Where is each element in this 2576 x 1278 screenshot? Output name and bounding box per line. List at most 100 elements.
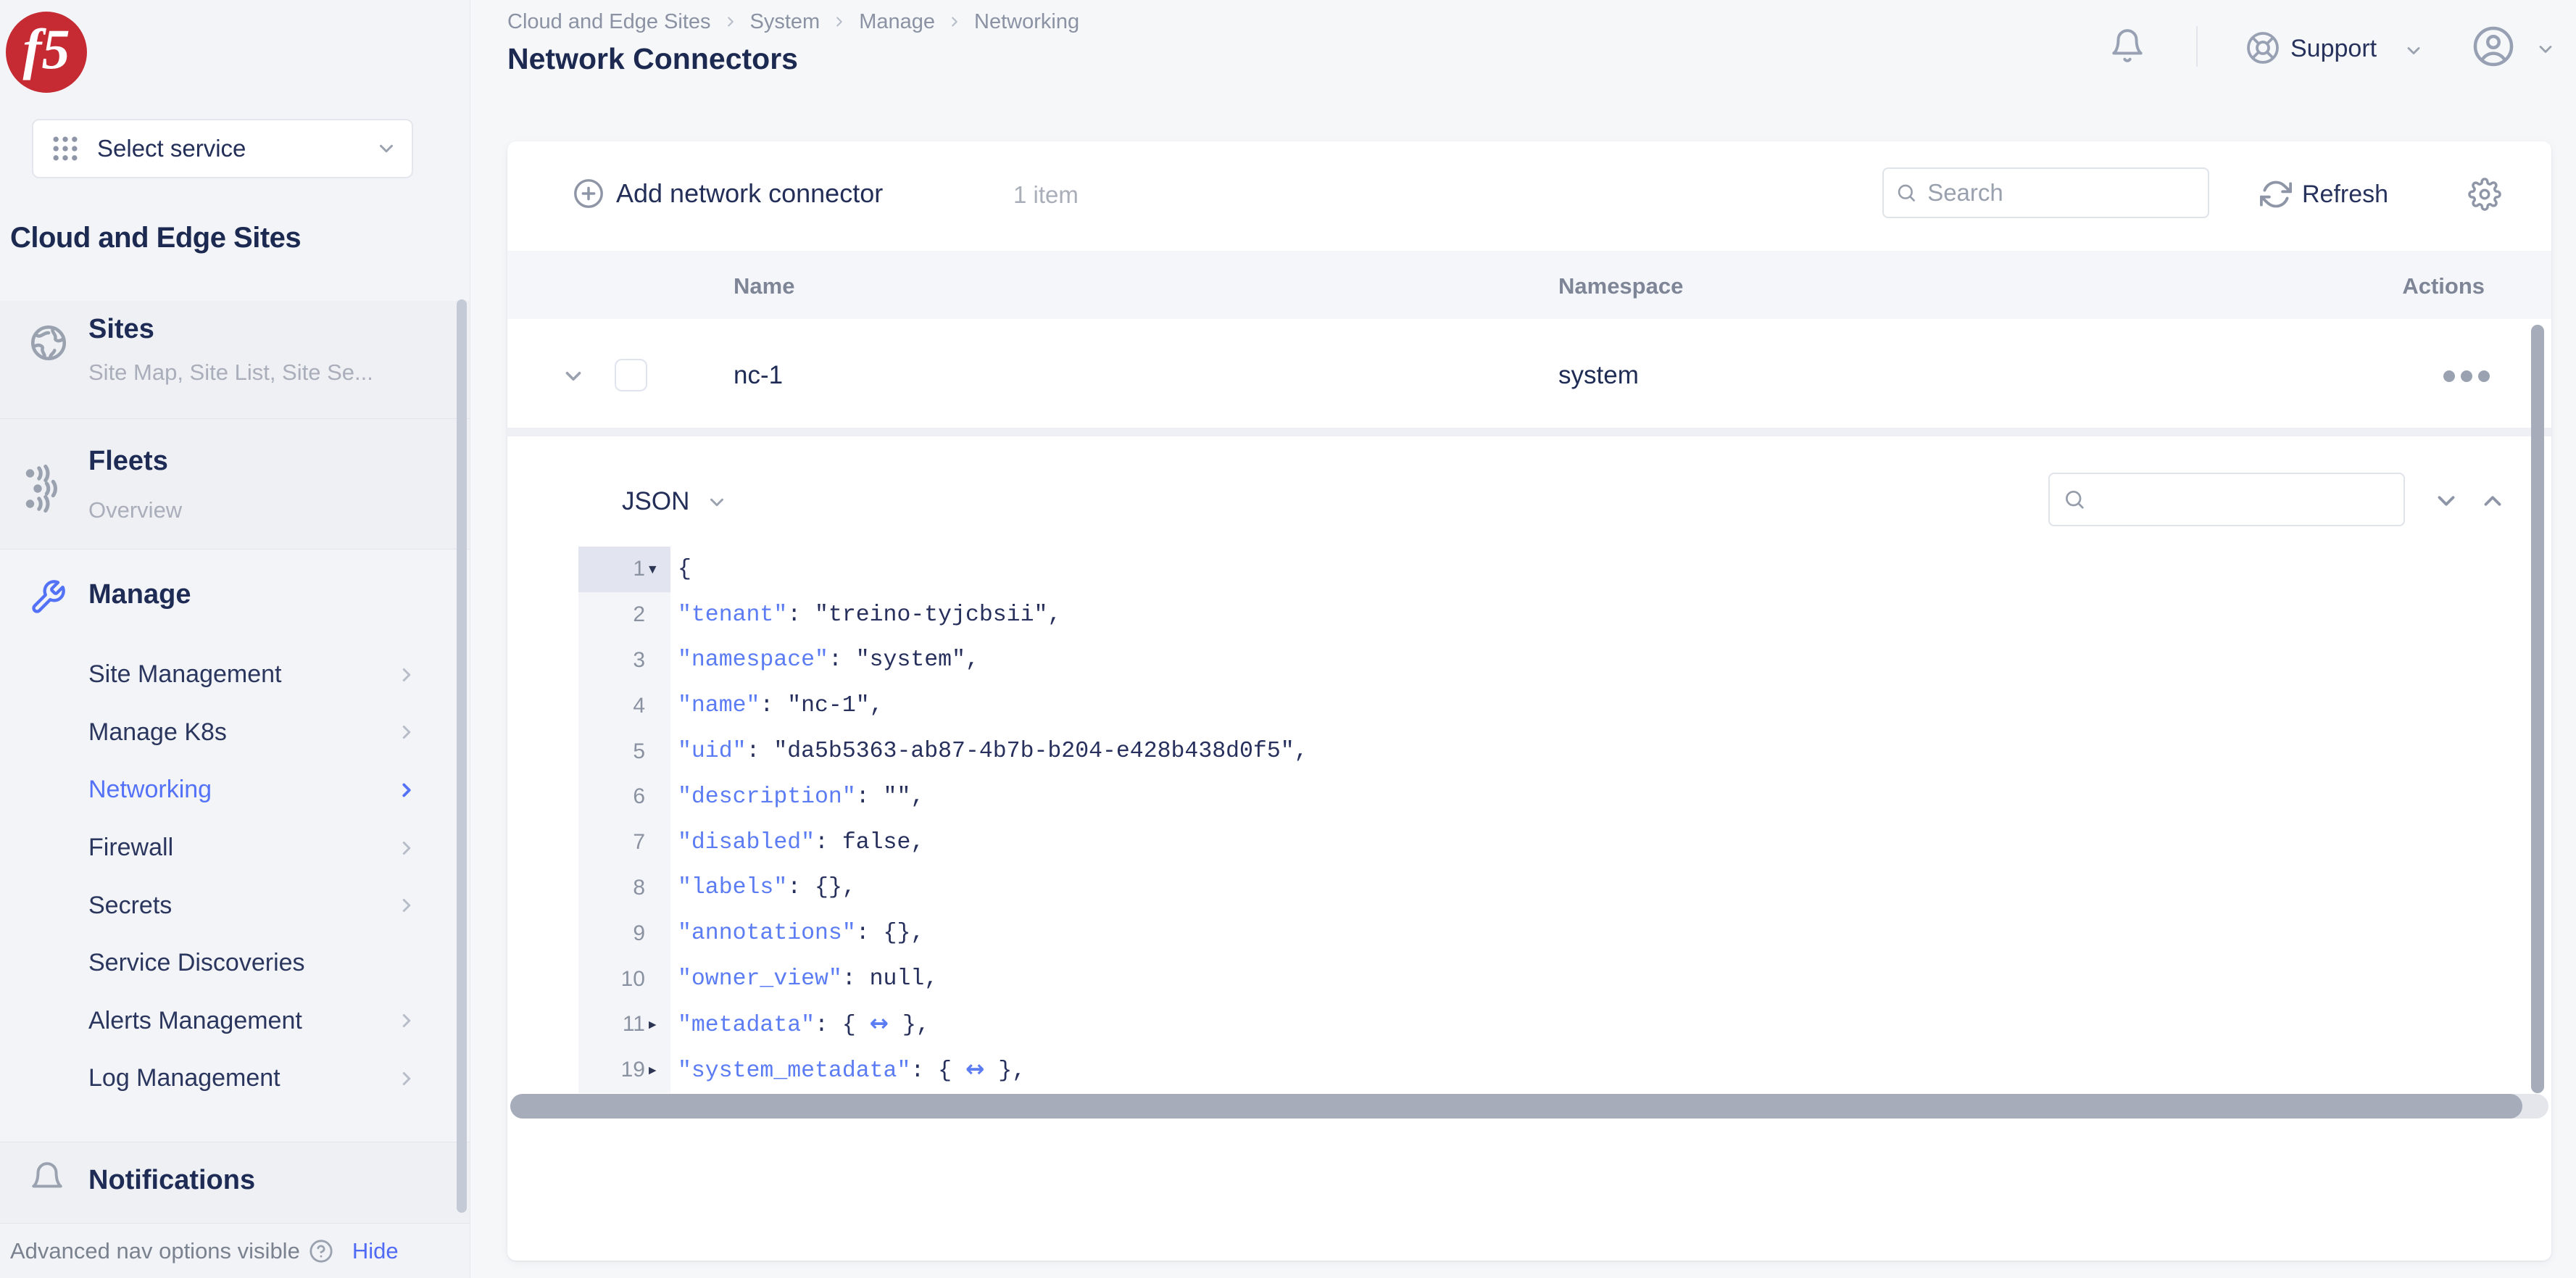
plus-circle-icon[interactable] (572, 177, 605, 210)
support-label[interactable]: Support (2290, 35, 2377, 63)
sidebar-item-label: Service Discoveries (88, 949, 305, 977)
user-avatar-icon[interactable] (2472, 25, 2515, 68)
horizontal-scrollbar-thumb[interactable] (510, 1094, 2522, 1119)
code-text: "owner_view": null, (670, 966, 938, 992)
add-network-connector-button[interactable]: Add network connector (616, 178, 883, 209)
sidebar-item-site-management[interactable]: Site Management (0, 646, 470, 704)
json-format-dropdown[interactable]: JSON (622, 487, 689, 516)
json-search-input[interactable] (2095, 485, 2396, 514)
row-checkbox[interactable] (615, 359, 647, 391)
gutter-cell: 10 (578, 956, 670, 1002)
table-row[interactable] (507, 319, 2551, 428)
json-search-box (2048, 473, 2405, 526)
chevron-down-icon[interactable] (2535, 39, 2556, 59)
line-number: 2 (578, 602, 645, 627)
json-text: : { (815, 1013, 870, 1038)
breadcrumb-item-cloud-and-edge-sites[interactable]: Cloud and Edge Sites (507, 10, 711, 34)
divider (2196, 26, 2198, 67)
fold-closed-marker[interactable]: ▸ (649, 1017, 657, 1032)
column-header-actions: Actions (2340, 273, 2485, 299)
code-text: "name": "nc-1", (670, 693, 884, 718)
chevron-down-icon[interactable] (706, 491, 728, 513)
breadcrumb: Cloud and Edge Sites System Manage Networki… (507, 6, 1079, 38)
gutter-cell: 6 (578, 774, 670, 820)
json-key: "annotations" (678, 921, 856, 946)
grid-apps-icon (49, 133, 81, 165)
chevron-right-icon (396, 1068, 417, 1090)
sidebar-item-firewall[interactable]: Firewall (0, 819, 470, 877)
line-number: 19 (578, 1058, 645, 1082)
json-text: : "nc-1", (760, 693, 883, 718)
breadcrumb-item-manage[interactable]: Manage (859, 10, 935, 34)
chevron-right-icon (396, 779, 417, 801)
help-circle-icon[interactable] (309, 1239, 333, 1264)
line-number: 10 (578, 967, 645, 992)
code-line-4: 4"name": "nc-1", (578, 683, 1308, 729)
code-line-2: 2 "tenant": "treino-tyjcbsii", (578, 592, 1308, 638)
chevron-right-icon (396, 1010, 417, 1032)
search-icon (2063, 486, 2086, 513)
fleet-icon (20, 462, 72, 515)
column-header-namespace: Namespace (1558, 273, 1683, 299)
vertical-scrollbar-thumb[interactable] (2531, 325, 2544, 1093)
collapsed-content-arrow[interactable]: ↔ (965, 1056, 984, 1082)
bell-icon (29, 1161, 65, 1197)
code-text: "annotations": {}, (670, 921, 924, 946)
table-search-input[interactable] (1926, 178, 2201, 207)
column-header-name: Name (734, 273, 794, 299)
chevron-right-icon (396, 895, 417, 916)
line-number: 3 (578, 648, 645, 673)
sidebar-scrollbar[interactable] (457, 299, 467, 1213)
row-actions-menu-button[interactable] (2440, 370, 2493, 383)
sidebar-item-networking[interactable]: Networking (0, 761, 470, 819)
chevron-down-icon[interactable] (2403, 41, 2424, 61)
row-namespace-cell: system (1558, 361, 1639, 390)
json-key: "name" (678, 693, 760, 718)
json-key: "uid" (678, 739, 747, 764)
row-expander-chevron-icon[interactable] (561, 364, 586, 389)
refresh-button[interactable]: Refresh (2302, 181, 2388, 209)
notifications-bell-icon[interactable] (2109, 28, 2145, 64)
sidebar-item-service-discoveries[interactable]: Service Discoveries (0, 934, 470, 992)
json-key: "metadata" (678, 1013, 815, 1038)
breadcrumb-item-networking[interactable]: Networking (974, 10, 1079, 34)
chevron-right-icon (396, 664, 417, 686)
chevron-right-icon (831, 14, 847, 30)
row-name-cell[interactable]: nc-1 (734, 361, 783, 390)
sidebar-item-label: Site Management (88, 660, 282, 689)
code-line-6: 6"description": "", (578, 774, 1308, 820)
refresh-icon[interactable] (2260, 178, 2292, 210)
f5-logo[interactable]: f5 (6, 12, 87, 93)
breadcrumb-item-system[interactable]: System (750, 10, 820, 34)
json-key: "labels" (678, 875, 787, 900)
table-header (507, 251, 2551, 319)
line-number: 1 (578, 557, 645, 581)
json-key: "description" (678, 784, 856, 810)
fold-open-marker[interactable]: ▾ (649, 562, 657, 577)
sidebar-item-manage-k8s[interactable]: Manage K8s (0, 704, 470, 762)
gutter-cell: 1▾ (578, 547, 670, 592)
collapsed-content-arrow[interactable]: ↔ (870, 1011, 889, 1037)
gutter-cell: 5 (578, 729, 670, 774)
sidebar-menu: Site Management Manage K8sNetworkingFirew… (0, 646, 470, 1108)
sidebar-item-log-management[interactable]: Log Management (0, 1050, 470, 1108)
support-menu[interactable] (2245, 30, 2280, 65)
code-text: "namespace": "system", (670, 647, 979, 673)
code-line-3: 3 "namespace": "system", (578, 638, 1308, 684)
line-number: 11 (578, 1012, 645, 1037)
gutter-cell: 8 (578, 866, 670, 911)
chevron-right-icon (396, 837, 417, 859)
find-next-chevron-down-icon[interactable] (2432, 487, 2460, 515)
fold-closed-marker[interactable]: ▸ (649, 1063, 657, 1078)
select-service-dropdown[interactable]: Select service (32, 119, 413, 178)
find-prev-chevron-up-icon[interactable] (2479, 487, 2506, 515)
sidebar-item-alerts-management[interactable]: Alerts Management (0, 992, 470, 1050)
sidebar-item-secrets[interactable]: Secrets (0, 876, 470, 934)
code-text: "description": "", (670, 784, 924, 810)
hide-advanced-nav-link[interactable]: Hide (352, 1238, 399, 1264)
gutter-cell: 19 ▸ (578, 1047, 670, 1093)
code-text: "tenant": "treino-tyjcbsii", (670, 602, 1061, 628)
code-line-8: 8"labels": {}, (578, 866, 1308, 911)
gear-icon[interactable] (2468, 178, 2501, 211)
json-key: "disabled" (678, 830, 815, 855)
